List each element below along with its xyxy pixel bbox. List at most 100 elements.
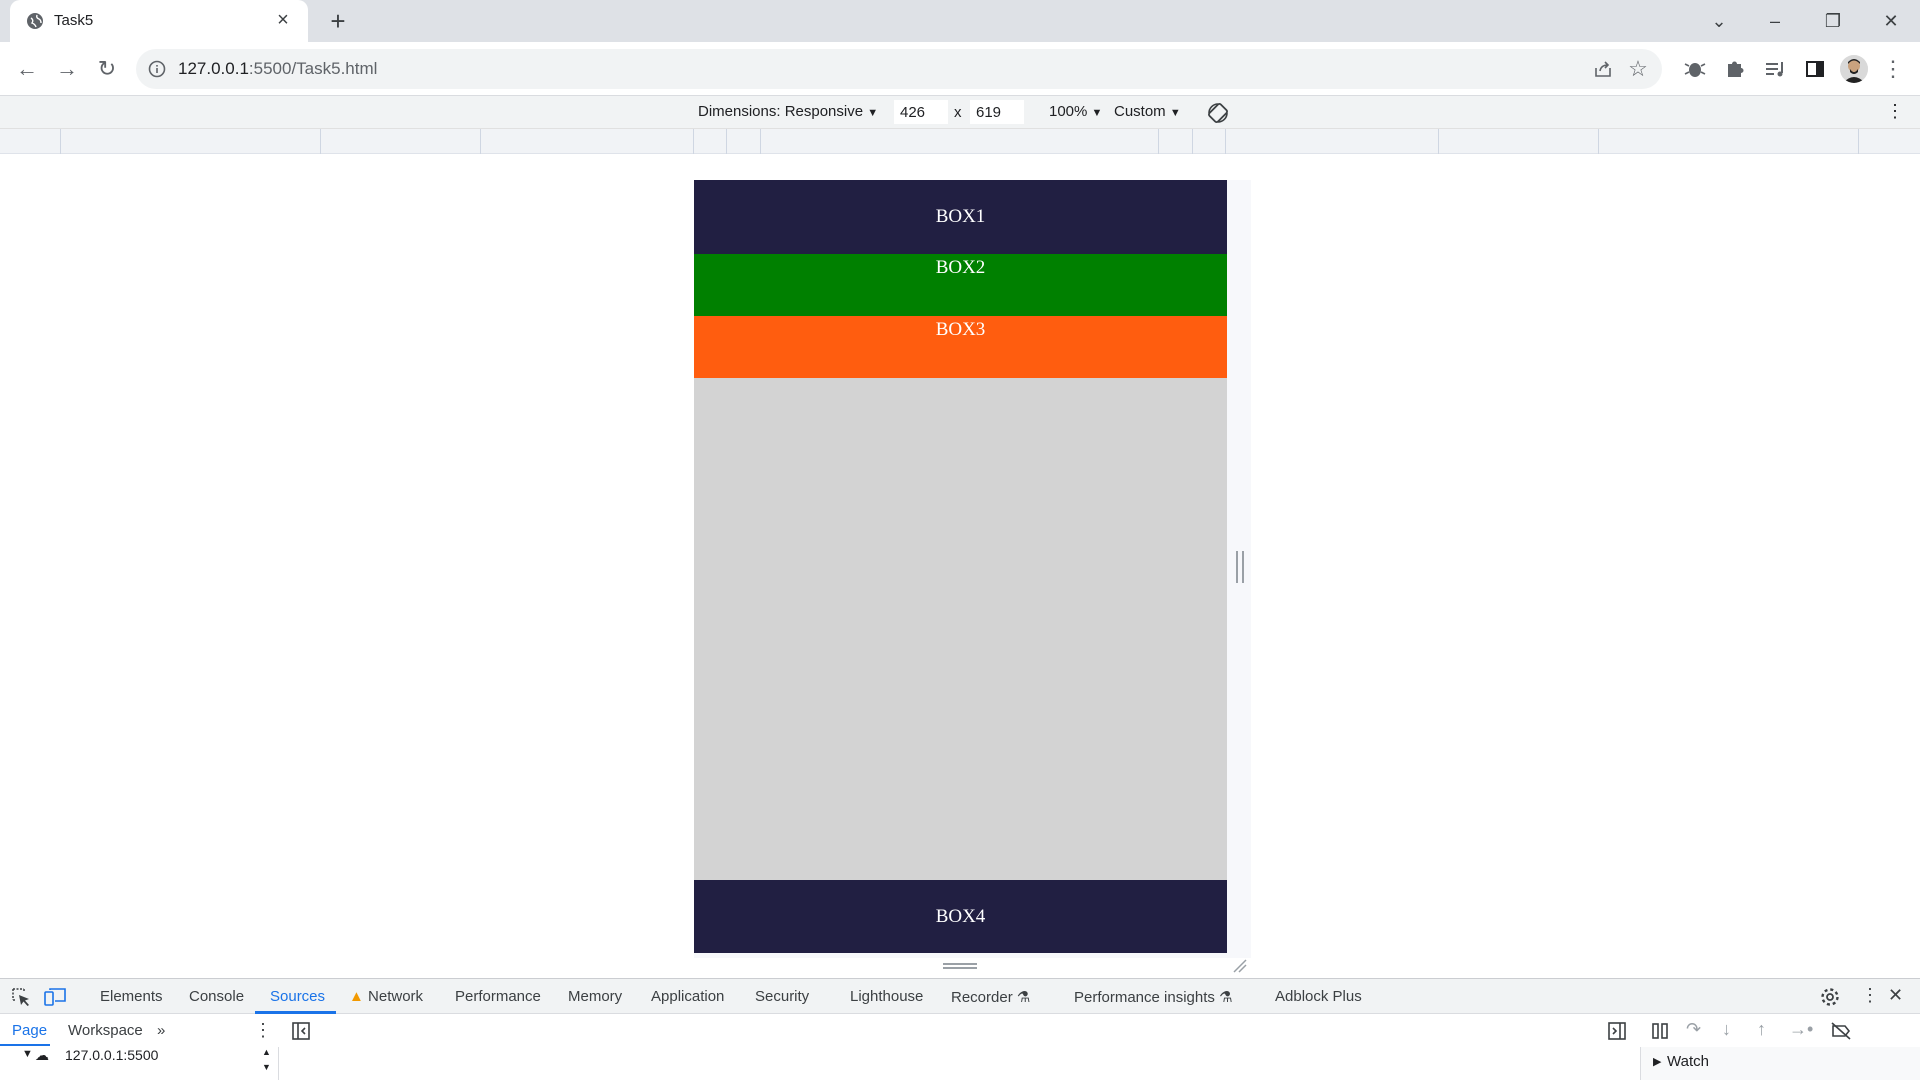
browser-toolbar: ← → ↻ 127.0.0.1:5500/Task5.html ☆ ⋮ bbox=[0, 42, 1920, 96]
globe-icon bbox=[27, 13, 43, 29]
ruler-segment[interactable] bbox=[321, 129, 481, 154]
step-into-icon[interactable]: ↓ bbox=[1722, 1019, 1731, 1040]
tab-memory[interactable]: Memory bbox=[568, 988, 622, 1005]
scroll-down-icon[interactable]: ▼ bbox=[262, 1062, 271, 1072]
flask-icon: ⚗ bbox=[1219, 989, 1233, 1006]
zoom-dropdown[interactable]: 100% ▼ bbox=[1049, 103, 1102, 120]
throttle-dropdown[interactable]: Custom ▼ bbox=[1114, 103, 1181, 120]
rotate-icon[interactable] bbox=[1206, 101, 1230, 125]
navigator-menu-icon[interactable]: ⋮ bbox=[254, 1020, 272, 1041]
tab-elements[interactable]: Elements bbox=[100, 988, 163, 1005]
extension-bug-icon[interactable] bbox=[1680, 54, 1710, 84]
reload-icon[interactable]: ↻ bbox=[92, 54, 122, 84]
new-tab-button[interactable]: + bbox=[324, 7, 352, 35]
dimensions-label: Dimensions: Responsive bbox=[698, 103, 864, 120]
browser-menu-icon[interactable]: ⋮ bbox=[1878, 54, 1908, 84]
toggle-debugger-icon[interactable] bbox=[1607, 1021, 1627, 1041]
subtab-page[interactable]: Page bbox=[12, 1022, 47, 1039]
emulated-viewport-area: BOX1 BOX2 BOX3 BOX4 bbox=[0, 155, 1920, 978]
pause-icon[interactable] bbox=[1650, 1021, 1670, 1041]
subtab-workspace[interactable]: Workspace bbox=[68, 1022, 143, 1039]
device-toolbar-menu-icon[interactable]: ⋮ bbox=[1886, 101, 1904, 122]
devtools-tab-bar: Elements Console Sources ▲ Network Perfo… bbox=[0, 979, 1920, 1014]
watch-pane: ▶ Watch bbox=[1640, 1047, 1920, 1080]
media-control-icon[interactable] bbox=[1760, 54, 1790, 84]
watch-label[interactable]: Watch bbox=[1667, 1053, 1709, 1070]
box4: BOX4 bbox=[694, 880, 1227, 953]
ruler-segment[interactable] bbox=[1599, 129, 1859, 154]
tab-recorder[interactable]: Recorder ⚗ bbox=[951, 988, 1030, 1006]
dimensions-dropdown[interactable]: Dimensions: Responsive ▼ bbox=[698, 103, 878, 120]
ruler-segment[interactable] bbox=[61, 129, 321, 154]
forward-icon[interactable]: → bbox=[52, 54, 82, 84]
scroll-up-icon[interactable]: ▲ bbox=[262, 1047, 271, 1057]
file-tree: ▼ ☁ 127.0.0.1:5500 ▲ ▼ bbox=[0, 1047, 280, 1080]
resize-handle-bottom[interactable] bbox=[943, 963, 977, 969]
side-panel-icon[interactable] bbox=[1800, 54, 1830, 84]
resize-corner-icon[interactable] bbox=[1232, 958, 1248, 974]
zoom-value: 100% bbox=[1049, 103, 1088, 120]
tab-search-icon[interactable]: ⌄ bbox=[1696, 5, 1742, 37]
settings-gear-icon[interactable] bbox=[1819, 986, 1841, 1008]
inspect-element-icon[interactable] bbox=[10, 986, 32, 1008]
caret-down-icon: ▼ bbox=[1169, 107, 1181, 119]
minimize-button[interactable]: – bbox=[1752, 5, 1798, 37]
tree-root-host[interactable]: 127.0.0.1:5500 bbox=[65, 1047, 158, 1063]
tab-performance-insights[interactable]: Performance insights ⚗ bbox=[1074, 988, 1233, 1006]
emulated-page: BOX1 BOX2 BOX3 BOX4 bbox=[694, 180, 1227, 953]
ruler-segment[interactable] bbox=[1439, 129, 1599, 154]
deactivate-breakpoints-icon[interactable] bbox=[1830, 1021, 1852, 1041]
url-text[interactable]: 127.0.0.1:5500/Task5.html bbox=[178, 59, 377, 79]
ruler-segment[interactable] bbox=[1193, 129, 1226, 154]
device-height-input[interactable] bbox=[970, 100, 1024, 124]
ruler-segment[interactable] bbox=[694, 129, 727, 154]
device-width-input[interactable] bbox=[894, 100, 948, 124]
ruler-segment[interactable] bbox=[1226, 129, 1439, 154]
profile-picture-icon bbox=[1840, 55, 1868, 83]
tab-security[interactable]: Security bbox=[755, 988, 809, 1005]
tab-recorder-label: Recorder bbox=[951, 989, 1013, 1006]
browser-tab[interactable]: Task5 × bbox=[10, 0, 308, 42]
back-icon[interactable]: ← bbox=[12, 54, 42, 84]
ruler-segment[interactable] bbox=[0, 129, 61, 154]
tab-network[interactable]: ▲ Network bbox=[349, 988, 423, 1005]
resize-handle-right[interactable] bbox=[1236, 551, 1244, 583]
expand-watch-icon[interactable]: ▶ bbox=[1653, 1055, 1661, 1068]
ruler-segment[interactable] bbox=[1159, 129, 1193, 154]
share-icon[interactable] bbox=[1592, 58, 1614, 80]
box3: BOX3 bbox=[694, 316, 1227, 378]
step-over-icon[interactable]: ↷ bbox=[1686, 1019, 1701, 1040]
more-tabs-chevron-icon[interactable]: » bbox=[157, 1022, 165, 1039]
box1: BOX1 bbox=[694, 180, 1227, 254]
close-window-button[interactable]: ✕ bbox=[1868, 5, 1914, 37]
devtools-menu-icon[interactable]: ⋮ bbox=[1861, 985, 1879, 1006]
ruler-segment[interactable] bbox=[481, 129, 694, 154]
extensions-puzzle-icon[interactable] bbox=[1720, 54, 1750, 84]
url-host: 127.0.0.1 bbox=[178, 59, 249, 78]
tab-application[interactable]: Application bbox=[651, 988, 724, 1005]
tab-performance-insights-label: Performance insights bbox=[1074, 989, 1215, 1006]
tab-adblock-plus[interactable]: Adblock Plus bbox=[1275, 988, 1362, 1005]
toggle-navigator-icon[interactable] bbox=[291, 1021, 311, 1041]
profile-avatar[interactable] bbox=[1840, 55, 1868, 83]
step-out-icon[interactable]: ↑ bbox=[1757, 1019, 1766, 1040]
expand-arrow-icon[interactable]: ▼ bbox=[22, 1048, 33, 1060]
close-tab-icon[interactable]: × bbox=[272, 9, 294, 31]
caret-down-icon: ▼ bbox=[867, 107, 879, 119]
step-icon[interactable]: →• bbox=[1789, 1019, 1813, 1040]
tab-console[interactable]: Console bbox=[189, 988, 244, 1005]
restore-button[interactable]: ❐ bbox=[1810, 5, 1856, 37]
ruler-segment[interactable] bbox=[761, 129, 1159, 154]
pane-divider bbox=[278, 1047, 279, 1080]
flask-icon: ⚗ bbox=[1016, 989, 1031, 1006]
ruler-segment[interactable] bbox=[727, 129, 761, 154]
bookmark-star-icon[interactable]: ☆ bbox=[1626, 57, 1650, 81]
tab-lighthouse[interactable]: Lighthouse bbox=[850, 988, 923, 1005]
device-toggle-icon[interactable] bbox=[44, 986, 66, 1008]
tab-performance[interactable]: Performance bbox=[455, 988, 541, 1005]
info-icon[interactable] bbox=[148, 60, 166, 78]
tab-strip: Task5 × + ⌄ – ❐ ✕ bbox=[0, 0, 1920, 42]
close-devtools-icon[interactable]: ✕ bbox=[1888, 985, 1903, 1006]
tab-sources[interactable]: Sources bbox=[270, 988, 325, 1005]
address-bar[interactable]: 127.0.0.1:5500/Task5.html ☆ bbox=[136, 49, 1662, 89]
